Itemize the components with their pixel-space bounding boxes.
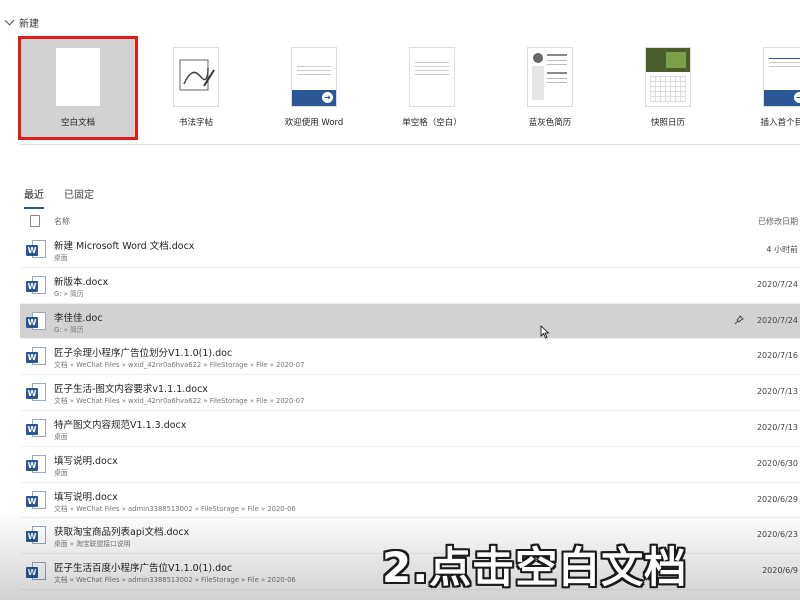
file-date: 2020/7/16 xyxy=(756,351,798,361)
file-date: 2020/6/30 xyxy=(756,458,798,468)
file-list-header: 名称 已修改日期 xyxy=(20,212,800,230)
file-tabs: 最近 已固定 xyxy=(24,186,94,209)
new-section-title: 新建 xyxy=(19,18,39,30)
file-row[interactable]: W 填写说明.docx 桌面 2020/6/30 xyxy=(20,447,800,483)
file-path: 文档 » WeChat Files » admin3388513002 » Fi… xyxy=(54,576,296,585)
file-date: 2020/6/29 xyxy=(756,494,798,504)
file-row[interactable]: W 新建 Microsoft Word 文档.docx 桌面 4 小时前 xyxy=(20,232,800,268)
template-thumbnail: ➔ xyxy=(764,48,800,106)
tutorial-caption: 2.点击空白文档 xyxy=(382,543,688,592)
template-name: 单空格（空白） xyxy=(402,118,462,128)
template-insert-toc[interactable]: ➔ 插入首个目录 xyxy=(728,38,800,138)
mouse-cursor-icon xyxy=(540,325,550,339)
template-name: 书法字帖 xyxy=(178,118,213,128)
file-name: 填写说明.docx xyxy=(54,455,118,467)
file-date: 2020/7/24 xyxy=(756,315,798,325)
template-thumbnail xyxy=(410,48,454,106)
calendar-grid xyxy=(650,76,686,102)
file-name: 匠子生活-图文内容要求v1.1.1.docx xyxy=(54,384,208,396)
file-row[interactable]: W 特产图文内容规范V1.1.3.docx 桌面 2020/7/13 xyxy=(20,411,800,447)
file-path: 文档 » WeChat Files » admin3388513002 » Fi… xyxy=(54,504,296,513)
template-name: 欢迎使用 Word xyxy=(284,118,344,128)
word-file-icon: W xyxy=(26,240,46,260)
pin-icon[interactable] xyxy=(734,314,744,325)
file-row[interactable]: W 匠子生活-图文内容要求v1.1.1.docx 文档 » WeChat Fil… xyxy=(20,375,800,411)
file-date: 2020/7/13 xyxy=(756,387,798,397)
word-file-icon: W xyxy=(26,526,46,546)
file-row[interactable]: W 匠子余理小程序广告位划分V1.1.0(1).doc 文档 » WeChat … xyxy=(20,339,800,376)
file-path: G: » 简历 xyxy=(54,289,84,298)
file-name: 李佳佳.doc xyxy=(54,312,103,324)
template-name: 插入首个目录 xyxy=(760,118,800,128)
word-file-icon: W xyxy=(26,311,46,332)
arrow-right-icon: ➔ xyxy=(322,92,333,103)
resume-preview-icon xyxy=(532,53,567,100)
template-thumbnail xyxy=(174,48,218,106)
file-date: 2020/7/24 xyxy=(756,279,798,289)
tab-recent[interactable]: 最近 xyxy=(24,186,44,209)
file-path: G: » 简历 xyxy=(54,325,84,334)
template-name: 空白文档 xyxy=(60,118,95,128)
file-row[interactable]: W 李佳佳.doc G: » 简历 2020/7/24 xyxy=(20,303,800,340)
template-welcome-word[interactable]: ➔ 欢迎使用 Word xyxy=(256,38,372,138)
new-section-header[interactable]: 新建 xyxy=(4,14,39,30)
file-path: 文档 » WeChat Files » wxid_42nr0a6hva622 »… xyxy=(54,361,305,370)
word-file-icon: W xyxy=(26,383,46,403)
file-name: 新版本.docx xyxy=(54,276,109,288)
file-name: 新建 Microsoft Word 文档.docx xyxy=(54,241,195,252)
word-file-icon: W xyxy=(26,562,46,582)
template-name: 蓝灰色简历 xyxy=(528,118,572,128)
arrow-right-icon: ➔ xyxy=(794,92,800,103)
template-single-spaced[interactable]: 单空格（空白） xyxy=(374,38,490,138)
file-path: 桌面 xyxy=(54,432,68,441)
chevron-down-icon xyxy=(4,15,15,25)
template-name: 快照日历 xyxy=(650,118,685,128)
template-thumbnail xyxy=(528,48,572,106)
file-path: 文档 » WeChat Files » wxid_42nr0a6hva622 »… xyxy=(54,397,305,406)
template-calligraphy[interactable]: 书法字帖 xyxy=(138,38,254,138)
file-row[interactable]: W 新版本.docx G: » 简历 2020/7/24 xyxy=(20,268,800,304)
file-type-icon xyxy=(30,215,40,227)
word-file-icon: W xyxy=(26,275,46,296)
calligraphy-icon xyxy=(179,59,215,91)
template-blue-grey-resume[interactable]: 蓝灰色简历 xyxy=(492,38,608,138)
word-file-icon: W xyxy=(26,347,46,367)
file-name: 匠子余理小程序广告位划分V1.1.0(1).doc xyxy=(54,348,233,360)
word-file-icon: W xyxy=(26,490,46,511)
file-path: 桌面 » 淘宝联盟接口说明 xyxy=(54,540,131,549)
word-file-icon: W xyxy=(26,454,46,475)
file-name: 特产图文内容规范V1.1.3.docx xyxy=(54,419,187,431)
column-date[interactable]: 已修改日期 xyxy=(758,216,798,227)
file-name: 填写说明.docx xyxy=(54,491,118,503)
template-thumbnail xyxy=(646,48,690,106)
template-gallery: 空白文档 书法字帖 ➔ 欢迎使用 Word 单空格（空白） 蓝灰色简历 快照日历… xyxy=(18,36,800,140)
template-blank-document[interactable]: 空白文档 xyxy=(18,36,138,140)
file-date: 2020/7/13 xyxy=(756,422,798,432)
template-thumbnail xyxy=(56,48,100,106)
word-file-icon: W xyxy=(26,418,46,439)
file-name: 获取淘宝商品列表api文档.docx xyxy=(54,527,190,539)
tab-pinned[interactable]: 已固定 xyxy=(64,186,94,209)
column-name[interactable]: 名称 xyxy=(54,216,70,227)
file-date: 2020/6/23 xyxy=(756,530,798,540)
section-divider xyxy=(20,144,800,145)
file-row[interactable]: W 填写说明.docx 文档 » WeChat Files » admin338… xyxy=(20,483,800,519)
file-name: 匠子生活百度小程序广告位V1.1.0(1).doc xyxy=(54,563,233,575)
template-snapshot-calendar[interactable]: 快照日历 xyxy=(610,38,726,138)
template-thumbnail: ➔ xyxy=(292,48,336,106)
file-path: 桌面 xyxy=(54,468,68,477)
file-date: 4 小时前 xyxy=(766,245,798,254)
file-date: 2020/6/9 xyxy=(762,566,798,576)
file-path: 桌面 xyxy=(54,254,68,262)
